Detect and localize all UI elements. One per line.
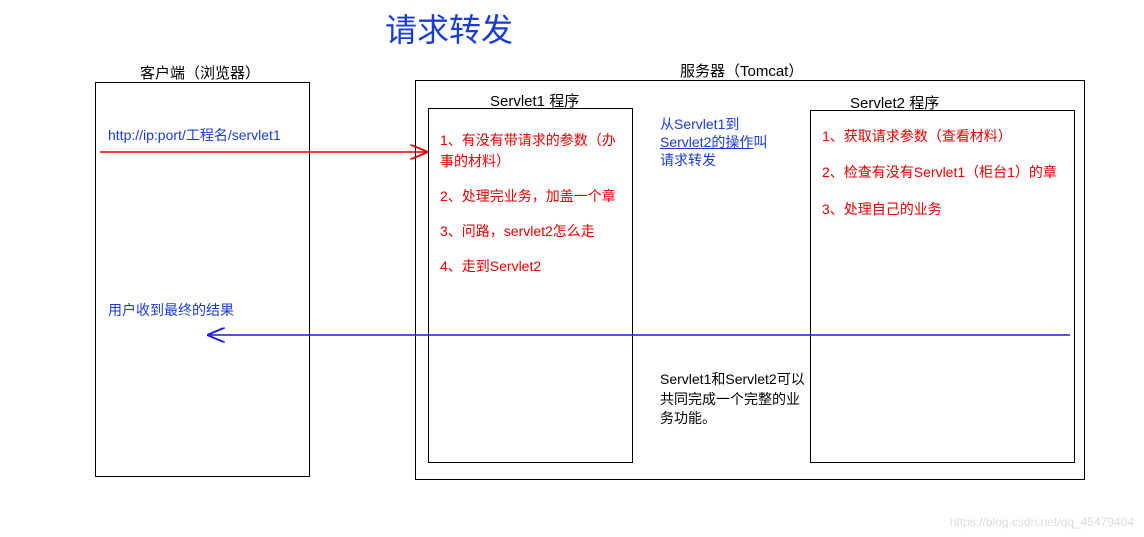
servlet1-step-4: 4、走到Servlet2 bbox=[440, 256, 625, 277]
watermark: https://blog.csdn.net/qq_45479404 bbox=[950, 515, 1134, 529]
servlet2-step-3: 3、处理自己的业务 bbox=[822, 198, 1067, 220]
forward-note-line3: 请求转发 bbox=[660, 152, 716, 168]
client-request-url: http://ip:port/工程名/servlet1 bbox=[108, 125, 281, 145]
servlet2-steps: 1、获取请求参数（查看材料） 2、检查有没有Servlet1（柜台1）的章 3、… bbox=[822, 125, 1067, 234]
servlet1-step-2: 2、处理完业务，加盖一个章 bbox=[440, 186, 625, 207]
servlet1-steps: 1、有没有带请求的参数（办事的材料） 2、处理完业务，加盖一个章 3、问路，se… bbox=[440, 130, 625, 291]
client-result-text: 用户收到最终的结果 bbox=[108, 300, 234, 320]
forward-note-line2a: Servlet2的操作 bbox=[660, 134, 753, 150]
servlet1-step-3: 3、问路，servlet2怎么走 bbox=[440, 221, 625, 242]
servlet1-step-1: 1、有没有带请求的参数（办事的材料） bbox=[440, 130, 625, 172]
server-label: 服务器（Tomcat） bbox=[680, 60, 803, 81]
client-label: 客户端（浏览器） bbox=[140, 62, 260, 83]
servlet2-step-1: 1、获取请求参数（查看材料） bbox=[822, 125, 1067, 147]
diagram-title: 请求转发 bbox=[385, 5, 513, 51]
servlet2-step-2: 2、检查有没有Servlet1（柜台1）的章 bbox=[822, 161, 1067, 183]
forward-note-line2b: 叫 bbox=[753, 134, 767, 150]
forward-note: 从Servlet1到 Servlet2的操作叫 请求转发 bbox=[660, 115, 800, 170]
bottom-note: Servlet1和Servlet2可以共同完成一个完整的业务功能。 bbox=[660, 370, 805, 429]
forward-note-line1: 从Servlet1到 bbox=[660, 116, 739, 132]
